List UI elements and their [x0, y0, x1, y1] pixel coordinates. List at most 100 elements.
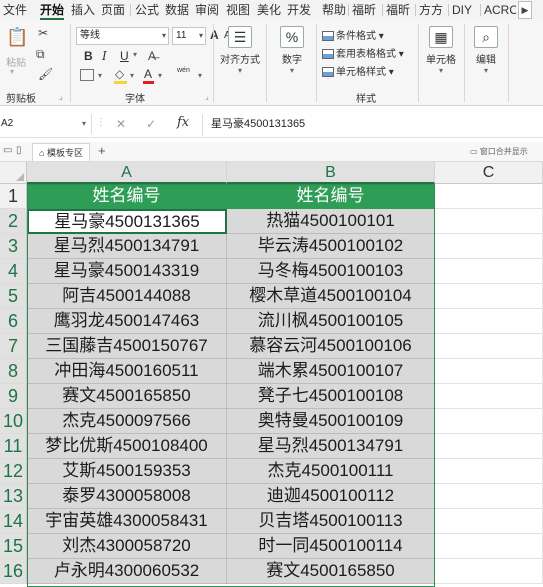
borders-icon[interactable] [80, 69, 94, 81]
tab-beautify[interactable]: 美化 [257, 2, 281, 20]
table-cell[interactable]: 冲田海4500160511 [27, 359, 227, 384]
table-cell-empty[interactable] [435, 409, 543, 434]
cancel-icon[interactable]: ✕ [116, 117, 126, 131]
cells-button[interactable]: ▦ 单元格 ▾ [422, 26, 460, 75]
insert-function-button[interactable]: fx [177, 115, 189, 130]
chevron-down-icon[interactable]: ▾ [198, 71, 202, 80]
format-painter-icon[interactable]: 🖌 [38, 67, 53, 81]
table-cell[interactable]: 星马烈4500134791 [27, 234, 227, 259]
chevron-down-icon[interactable]: ▾ [158, 71, 162, 80]
table-cell[interactable]: 慕容云河4500100106 [227, 334, 435, 359]
phonetic-guide-button[interactable]: wén [177, 67, 190, 74]
table-cell-empty[interactable] [435, 534, 543, 559]
table-cell[interactable]: 奥特曼4500100109 [227, 409, 435, 434]
row-header[interactable]: 4 [0, 259, 27, 284]
table-cell[interactable]: 时一同4500100114 [227, 534, 435, 559]
table-cell-empty[interactable] [435, 459, 543, 484]
table-cell[interactable]: 卢永明4300060532 [27, 559, 227, 584]
table-cell-empty[interactable] [435, 434, 543, 459]
row-header[interactable]: 13 [0, 484, 27, 509]
table-cell[interactable]: 樱木草道4500100104 [227, 284, 435, 309]
table-cell[interactable]: 三国藤吉4500150767 [27, 334, 227, 359]
tab-foxit-2[interactable]: 福昕 [386, 2, 414, 20]
italic-button[interactable]: I [102, 49, 107, 63]
table-header-cell[interactable]: 姓名编号 [27, 184, 227, 209]
conditional-format-button[interactable]: 条件格式 ▾ [322, 27, 384, 43]
strikethrough-icon[interactable]: A̶ [148, 49, 156, 63]
folder-icon[interactable]: ▭ [3, 145, 12, 156]
table-cell[interactable]: 赛文4500165850 [27, 384, 227, 409]
formula-input[interactable]: 星马豪4500131365 [202, 114, 543, 136]
table-cell-empty[interactable] [435, 234, 543, 259]
tab-formulas[interactable]: 公式 [135, 2, 159, 20]
table-cell-empty[interactable] [435, 309, 543, 334]
table-cell-empty[interactable] [435, 359, 543, 384]
tab-developer[interactable]: 开发 [287, 2, 311, 20]
table-cell[interactable]: 鹰羽龙4500147463 [27, 309, 227, 334]
copy-icon[interactable]: ⧉ [36, 47, 45, 61]
row-header[interactable]: 10 [0, 409, 27, 434]
paste-icon[interactable]: 📋 [6, 26, 28, 48]
row-header[interactable]: 12 [0, 459, 27, 484]
table-cell[interactable]: 马冬梅4500100103 [227, 259, 435, 284]
chevron-down-icon[interactable]: ▾ [130, 71, 134, 80]
underline-button[interactable]: U [120, 49, 129, 63]
tab-foxit-1[interactable]: 福昕 [352, 2, 380, 20]
table-cell[interactable]: 星马烈4500134791 [227, 434, 435, 459]
row-header[interactable]: 14 [0, 509, 27, 534]
tab-fangfang[interactable]: 方方 [419, 2, 447, 20]
cut-icon[interactable]: ✂ [38, 26, 48, 40]
column-header-b[interactable]: B [227, 162, 435, 184]
table-cell[interactable]: 赛文4500165850 [227, 559, 435, 584]
column-header-c[interactable]: C [435, 162, 543, 184]
table-cell-empty[interactable] [435, 559, 543, 584]
table-cell[interactable]: 热猫4500100101 [227, 209, 435, 234]
table-cell-empty[interactable] [435, 484, 543, 509]
tab-data[interactable]: 数据 [165, 2, 189, 20]
clipboard-dialog-launcher-icon[interactable]: ⌟ [59, 92, 63, 101]
row-header[interactable]: 1 [0, 184, 27, 209]
alignment-button[interactable]: ☰ 对齐方式 ▾ [218, 26, 262, 75]
tab-file[interactable]: 文件 [3, 2, 27, 20]
select-all-corner[interactable] [0, 162, 27, 184]
tab-scroll-right-button[interactable]: ▶ [518, 1, 532, 19]
cell-styles-button[interactable]: 单元格样式 ▾ [322, 63, 394, 79]
table-cell-empty[interactable] [435, 184, 543, 209]
column-header-a[interactable]: A [27, 162, 227, 184]
table-cell[interactable]: 杰克4500100111 [227, 459, 435, 484]
table-cell[interactable]: 宇宙英雄4300058431 [27, 509, 227, 534]
paste-button-label[interactable]: 粘贴 [6, 54, 26, 69]
chevron-down-icon[interactable]: ▾ [82, 119, 86, 128]
font-size-select[interactable]: 11 ▾ [172, 27, 206, 45]
bold-button[interactable]: B [84, 49, 93, 63]
enter-icon[interactable]: ✓ [146, 117, 156, 131]
font-name-select[interactable]: 等线 ▾ [76, 27, 169, 45]
merge-windows-button[interactable]: ▭ 窗口合并显示 [470, 146, 528, 157]
table-cell[interactable]: 毕云涛4500100102 [227, 234, 435, 259]
row-header[interactable]: 16 [0, 559, 27, 584]
number-format-button[interactable]: % 数字 ▾ [272, 26, 312, 75]
chevron-down-icon[interactable]: ▾ [133, 50, 137, 59]
table-cell[interactable]: 端木累4500100107 [227, 359, 435, 384]
table-cell[interactable]: 流川枫4500100105 [227, 309, 435, 334]
table-cell-empty[interactable] [435, 384, 543, 409]
tab-help[interactable]: 帮助 [322, 2, 346, 20]
table-header-cell[interactable]: 姓名编号 [227, 184, 435, 209]
spreadsheet-grid[interactable]: A B C 1 姓名编号 姓名编号 2 星马豪4500131365 热猫450010010… [0, 162, 543, 587]
tab-insert[interactable]: 插入 [71, 2, 95, 20]
chevron-down-icon[interactable]: ▾ [98, 71, 102, 80]
format-as-table-button[interactable]: 套用表格格式 ▾ [322, 45, 404, 61]
row-header[interactable]: 7 [0, 334, 27, 359]
name-box[interactable]: A2 [0, 114, 92, 134]
tab-view[interactable]: 视图 [226, 2, 250, 20]
tab-review[interactable]: 审阅 [195, 2, 219, 20]
table-cell-empty[interactable] [435, 209, 543, 234]
fill-color-icon[interactable]: ◇ [115, 67, 124, 81]
table-cell[interactable]: 泰罗4300058008 [27, 484, 227, 509]
table-cell[interactable]: 星马豪4500143319 [27, 259, 227, 284]
table-cell[interactable]: 杰克4500097566 [27, 409, 227, 434]
table-cell-empty[interactable] [435, 334, 543, 359]
table-cell[interactable]: 刘杰4300058720 [27, 534, 227, 559]
row-header[interactable]: 6 [0, 309, 27, 334]
table-cell[interactable]: 艾斯4500159353 [27, 459, 227, 484]
